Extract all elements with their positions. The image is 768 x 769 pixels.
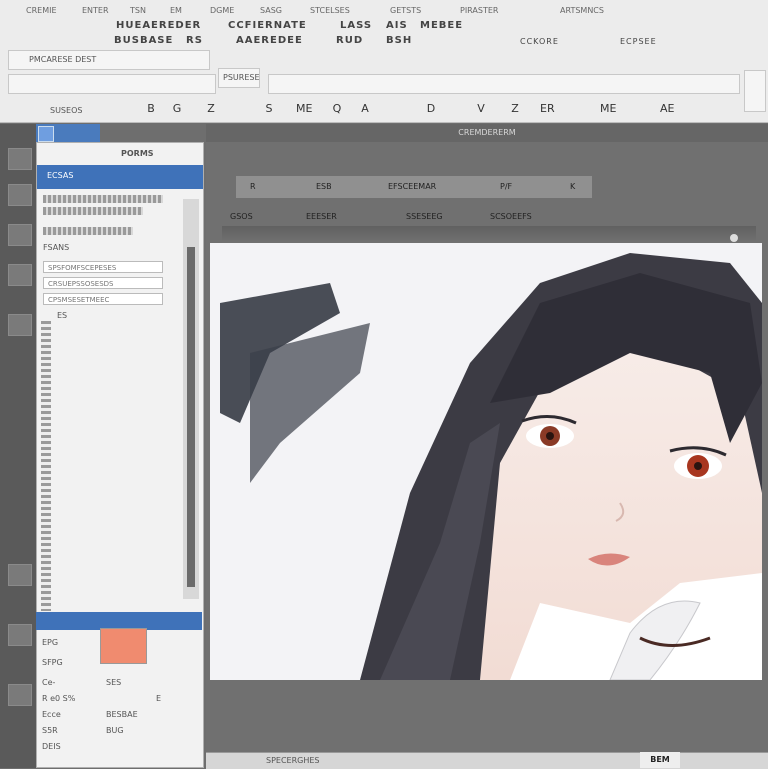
tool-icon[interactable]: Z [204,102,218,116]
ruler-knob[interactable] [730,234,738,242]
layer-field[interactable] [8,74,216,94]
tool-button[interactable] [8,624,32,646]
scrollbar-thumb[interactable] [187,247,195,587]
tool-icon[interactable]: G [170,102,184,116]
canvas-toolbar-item[interactable]: K [570,182,575,191]
tool-icon[interactable]: A [358,102,372,116]
ribbon-label[interactable]: RUD [336,35,363,46]
preset-field[interactable]: PSURESE [218,68,260,88]
canvas-artwork[interactable] [210,243,762,680]
options-toggle[interactable] [744,70,766,112]
panel-text-line [43,227,133,235]
tool-button[interactable] [8,264,32,286]
status-indicator[interactable]: BEM [640,752,680,768]
tool-button[interactable] [8,684,32,706]
canvas-toolbar-item[interactable]: R [250,182,256,191]
ribbon-label[interactable]: AAEREDEE [236,35,303,46]
ribbon-label[interactable]: AIS [386,20,408,31]
row-value[interactable]: SES [106,678,121,687]
ribbon-label[interactable]: BUSBASE [114,35,173,46]
portrait-illustration [210,243,762,680]
row-label: S5R [42,726,58,735]
tool-icon[interactable]: V [474,102,488,116]
menu-item[interactable]: ENTER [82,6,109,15]
tool-button[interactable] [8,314,32,336]
left-toolbar [0,124,36,768]
status-text: SPECERGHES [266,756,320,765]
menu-item[interactable]: PIRASTER [460,6,498,15]
tool-icon[interactable]: S [262,102,276,116]
menu-item[interactable]: SASG [260,6,282,15]
ribbon-label[interactable]: BSH [386,35,412,46]
options-field[interactable] [268,74,740,94]
canvas-toolbar: R ESB EFSCEEMAR P/F K [236,176,592,198]
menu-item[interactable]: DGME [210,6,234,15]
menu-item[interactable]: CREMIE [26,6,57,15]
canvas-toolbar-item[interactable]: EFSCEEMAR [388,182,436,191]
tool-button[interactable] [8,224,32,246]
tool-icon[interactable]: ME [600,102,616,116]
menu-item[interactable]: STCELSES [310,6,350,15]
status-bar: SPECERGHES [206,752,768,769]
tool-icon[interactable]: B [144,102,158,116]
row-label: Ce- [42,678,56,687]
panel-header-label: ECSAS [47,171,74,180]
canvas-sub-item[interactable]: SSESEEG [406,212,443,221]
ribbon-label[interactable]: CCFIERNATE [228,20,307,31]
ribbon-toolbar: CREMIE ENTER TSN EM DGME SASG STCELSES G… [0,0,768,123]
row-label: DEIS [42,742,61,751]
menu-item[interactable]: EM [170,6,182,15]
canvas-sub-item[interactable]: SCSOEEFS [490,212,532,221]
document-field[interactable]: PMCARESE DEST [8,50,210,70]
section-label: ES [57,311,68,320]
tool-button[interactable] [8,148,32,170]
panel-field[interactable]: SPSFOMFSCEPESES [43,261,163,273]
row-label: Ecce [42,710,61,719]
row-value[interactable]: BESBAE [106,710,138,719]
menu-item[interactable]: GETSTS [390,6,421,15]
panel-field[interactable]: CPSMSESETMEEC [43,293,163,305]
panel-tab[interactable] [36,124,100,142]
ribbon-label[interactable]: MEBEE [420,20,463,31]
panel-field[interactable]: CRSUEPSSOSESDS [43,277,163,289]
panel-text-line [43,207,143,215]
tool-button[interactable] [8,184,32,206]
panel-list [41,321,51,611]
panel-tab-icon [38,126,54,142]
tool-icon[interactable]: Z [508,102,522,116]
panel-tab-label: PORMS [121,149,154,158]
ribbon-label[interactable]: RS [186,35,203,46]
color-panel: EPG SFPG Ce- SES R e0 S% E Ecce BESBAE S… [36,630,202,752]
tool-button[interactable] [8,564,32,586]
tools-label: SUSEOS [50,106,83,115]
panel-header: ECSAS [37,165,203,189]
canvas-ruler [222,226,756,244]
canvas-title: CREMDERERM [206,124,768,142]
canvas-sub-item[interactable]: EEESER [306,212,337,221]
panel-scrollbar[interactable] [183,199,199,599]
row-label: SFPG [42,658,63,667]
section-label: FSANS [43,243,70,252]
tool-icon[interactable]: D [424,102,438,116]
row-value[interactable]: BUG [106,726,124,735]
panel-text-line [43,195,163,203]
canvas-sub-item[interactable]: GSOS [230,212,253,221]
row-label: R e0 S% [42,694,76,703]
row-label: EPG [42,638,59,647]
canvas-toolbar-item[interactable]: ESB [316,182,332,191]
tool-icon[interactable]: ER [540,102,555,116]
menu-item[interactable]: TSN [130,6,146,15]
tool-icon[interactable]: Q [330,102,344,116]
ribbon-label[interactable]: HUEAEREDER [116,20,201,31]
tool-icon[interactable]: ME [296,102,312,116]
canvas-toolbar-item[interactable]: P/F [500,182,512,191]
row-value[interactable]: E [156,694,161,703]
ribbon-label[interactable]: LASS [340,20,372,31]
tool-icon[interactable]: AE [660,102,674,116]
menu-item[interactable]: ARTSMNCS [560,6,604,15]
ribbon-label[interactable]: CCKORE [520,37,559,46]
ribbon-label[interactable]: ECPSEE [620,37,657,46]
